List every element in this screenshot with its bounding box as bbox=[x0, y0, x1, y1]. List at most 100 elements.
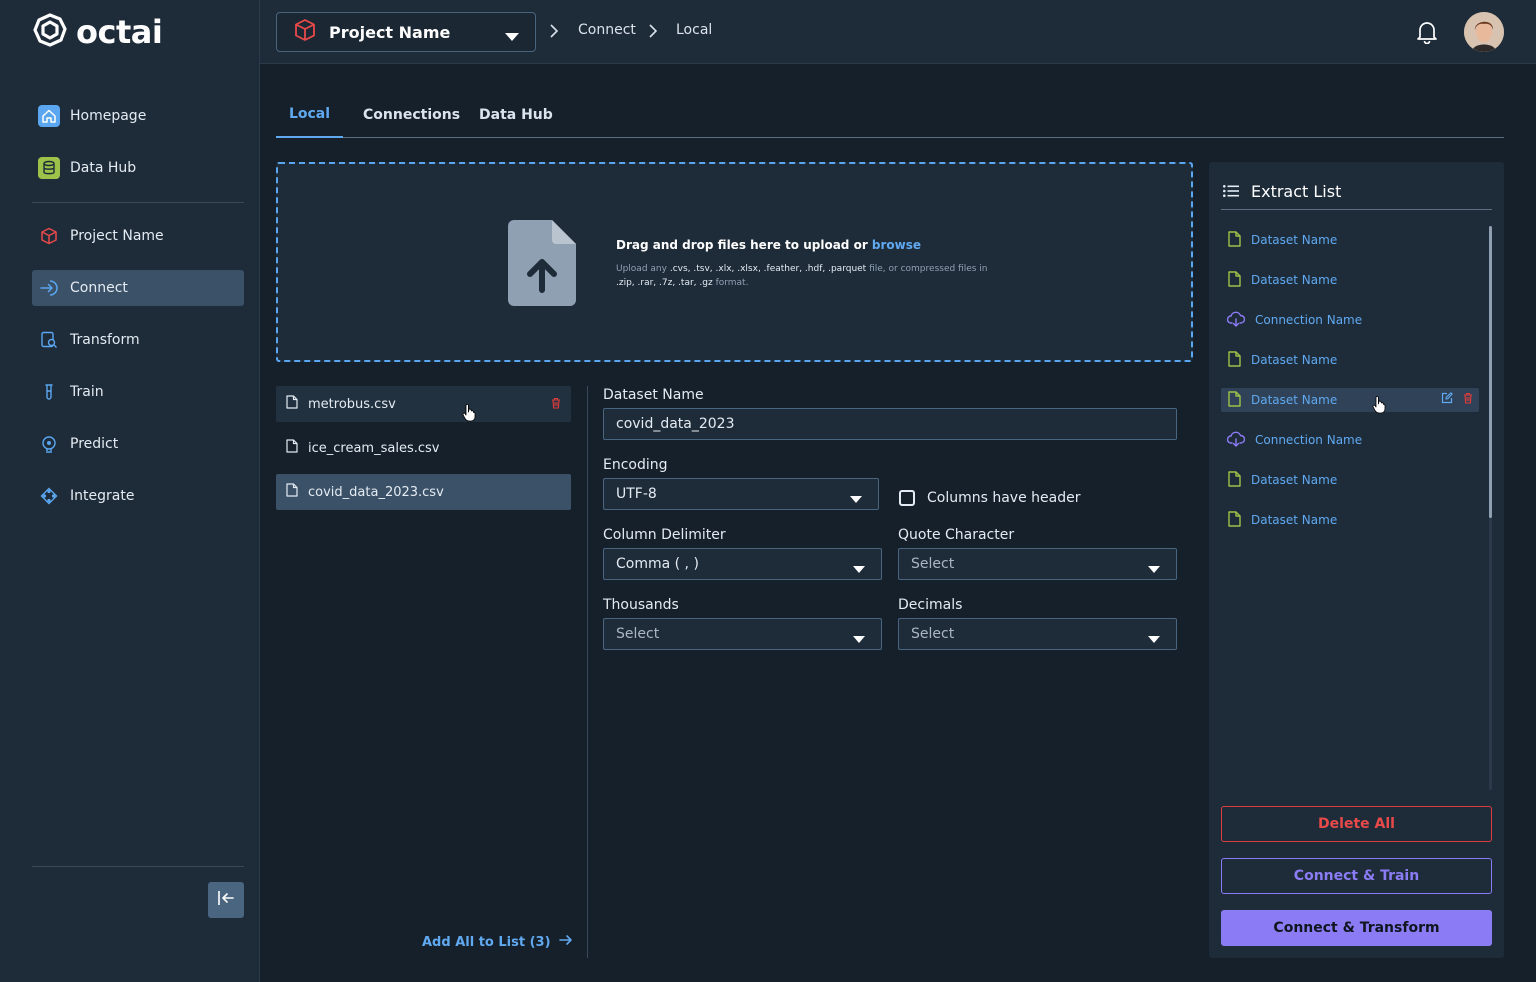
sidebar-item-connect[interactable]: Connect bbox=[32, 270, 244, 306]
edit-icon[interactable] bbox=[1441, 392, 1453, 407]
column-delimiter-value: Comma ( , ) bbox=[616, 556, 699, 572]
sidebar-item-transform[interactable]: Transform bbox=[32, 322, 244, 358]
sidebar-item-data-hub[interactable]: Data Hub bbox=[32, 150, 244, 186]
dropzone-title-text: Drag and drop files here to upload or bbox=[616, 238, 868, 252]
cube-icon bbox=[293, 18, 317, 46]
decimals-select[interactable]: Select bbox=[898, 618, 1177, 650]
file-item-covid-data[interactable]: covid_data_2023.csv bbox=[276, 474, 571, 510]
browse-link[interactable]: browse bbox=[872, 238, 921, 252]
columns-have-header-checkbox[interactable] bbox=[899, 490, 915, 506]
extract-item-dataset[interactable]: Dataset Name bbox=[1221, 348, 1479, 372]
extract-item-label: Connection Name bbox=[1255, 433, 1363, 447]
dataset-file-icon bbox=[1227, 470, 1241, 490]
column-delimiter-select[interactable]: Comma ( , ) bbox=[603, 548, 882, 580]
thousands-value: Select bbox=[616, 626, 660, 642]
connect-and-transform-button[interactable]: Connect & Transform bbox=[1221, 910, 1492, 946]
predict-icon bbox=[38, 433, 60, 455]
dataset-file-icon bbox=[1227, 350, 1241, 370]
cloud-download-icon bbox=[1226, 311, 1246, 330]
sidebar-item-integrate[interactable]: Integrate bbox=[32, 478, 244, 514]
database-icon bbox=[38, 157, 60, 179]
thousands-select[interactable]: Select bbox=[603, 618, 882, 650]
decimals-value: Select bbox=[911, 626, 955, 642]
dropzone-formats: .cvs, .tsv, .xlx, .xlsx, .feather, .hdf,… bbox=[669, 264, 867, 274]
breadcrumb-connect[interactable]: Connect bbox=[578, 22, 636, 38]
extract-list-header: Extract List bbox=[1223, 182, 1341, 201]
file-item-metrobus[interactable]: metrobus.csv bbox=[276, 386, 571, 422]
encoding-select[interactable]: UTF-8 bbox=[603, 478, 879, 510]
extract-item-dataset[interactable]: Dataset Name bbox=[1221, 268, 1479, 292]
sidebar-item-label: Homepage bbox=[70, 108, 147, 124]
logo-text: octai bbox=[76, 13, 163, 51]
sidebar: octai Homepage Data Hub Project Name Con… bbox=[0, 0, 260, 982]
quote-character-select[interactable]: Select bbox=[898, 548, 1177, 580]
cloud-download-icon bbox=[1226, 431, 1246, 450]
file-dropzone[interactable]: Drag and drop files here to upload or br… bbox=[276, 162, 1193, 362]
chevron-down-icon bbox=[853, 631, 865, 647]
file-name: ice_cream_sales.csv bbox=[308, 440, 440, 456]
quote-character-value: Select bbox=[911, 556, 955, 572]
extract-item-connection[interactable]: Connection Name bbox=[1221, 308, 1479, 332]
dataset-name-input[interactable]: covid_data_2023 bbox=[603, 408, 1177, 440]
collapse-sidebar-button[interactable] bbox=[208, 882, 244, 918]
encoding-label: Encoding bbox=[603, 457, 668, 473]
file-item-ice-cream-sales[interactable]: ice_cream_sales.csv bbox=[276, 430, 571, 466]
extract-item-dataset-selected[interactable]: Dataset Name bbox=[1221, 388, 1479, 412]
dropzone-sub-prefix: Upload any bbox=[616, 264, 667, 274]
project-select[interactable]: Project Name bbox=[276, 12, 536, 52]
dropzone-subtitle: Upload any .cvs, .tsv, .xlx, .xlsx, .fea… bbox=[616, 262, 996, 290]
add-all-label: Add All to List (3) bbox=[422, 934, 551, 950]
trash-icon[interactable] bbox=[551, 397, 561, 413]
transform-icon bbox=[38, 329, 60, 351]
extract-item-dataset[interactable]: Dataset Name bbox=[1221, 468, 1479, 492]
tab-data-hub[interactable]: Data Hub bbox=[479, 92, 553, 138]
tab-local[interactable]: Local bbox=[276, 92, 343, 138]
extract-list-panel: Extract List Dataset Name Dataset Name C… bbox=[1209, 162, 1504, 958]
sidebar-item-project-name[interactable]: Project Name bbox=[32, 218, 244, 254]
add-all-to-list-button[interactable]: Add All to List (3) bbox=[422, 934, 573, 950]
list-icon bbox=[1223, 182, 1239, 201]
file-name: metrobus.csv bbox=[308, 396, 396, 412]
dataset-file-icon bbox=[1227, 270, 1241, 290]
sidebar-bottom-divider bbox=[32, 866, 244, 867]
extract-list-scrollbar-thumb[interactable] bbox=[1489, 226, 1492, 518]
top-header: Project Name Connect Local bbox=[260, 0, 1536, 64]
arrow-right-icon bbox=[558, 934, 573, 950]
sidebar-item-label: Transform bbox=[70, 332, 140, 348]
octai-logo-icon bbox=[32, 12, 68, 52]
sidebar-item-label: Data Hub bbox=[70, 160, 137, 176]
tab-connections[interactable]: Connections bbox=[363, 92, 460, 138]
file-upload-icon bbox=[508, 220, 576, 310]
avatar[interactable] bbox=[1464, 12, 1504, 52]
logo[interactable]: octai bbox=[32, 12, 163, 52]
bell-icon[interactable] bbox=[1416, 20, 1438, 48]
file-name: covid_data_2023.csv bbox=[308, 484, 444, 500]
chevron-right-icon bbox=[550, 24, 559, 42]
extract-item-label: Dataset Name bbox=[1251, 273, 1338, 287]
extract-item-dataset[interactable]: Dataset Name bbox=[1221, 508, 1479, 532]
thousands-label: Thousands bbox=[603, 597, 679, 613]
tab-bar: Local Connections Data Hub bbox=[276, 92, 1504, 138]
trash-icon[interactable] bbox=[1463, 392, 1473, 407]
hand-cursor-icon bbox=[1372, 395, 1386, 418]
decimals-label: Decimals bbox=[898, 597, 963, 613]
extract-item-label: Connection Name bbox=[1255, 313, 1363, 327]
chevron-down-icon bbox=[853, 561, 865, 577]
column-delimiter-label: Column Delimiter bbox=[603, 527, 726, 543]
breadcrumb-local[interactable]: Local bbox=[676, 22, 712, 38]
sidebar-item-predict[interactable]: Predict bbox=[32, 426, 244, 462]
extract-item-label: Dataset Name bbox=[1251, 513, 1338, 527]
extract-item-actions bbox=[1441, 392, 1473, 407]
quote-character-label: Quote Character bbox=[898, 527, 1015, 543]
connect-and-train-button[interactable]: Connect & Train bbox=[1221, 858, 1492, 894]
delete-all-button[interactable]: Delete All bbox=[1221, 806, 1492, 842]
extract-item-connection[interactable]: Connection Name bbox=[1221, 428, 1479, 452]
dropzone-title: Drag and drop files here to upload or br… bbox=[616, 238, 921, 252]
extract-item-label: Dataset Name bbox=[1251, 473, 1338, 487]
extract-item-label: Dataset Name bbox=[1251, 353, 1338, 367]
home-icon bbox=[38, 105, 60, 127]
sidebar-item-homepage[interactable]: Homepage bbox=[32, 98, 244, 134]
extract-item-dataset[interactable]: Dataset Name bbox=[1221, 228, 1479, 252]
dropzone-compressed-formats: .zip, .rar, .7z, .tar, .gz bbox=[616, 278, 713, 288]
sidebar-item-train[interactable]: Train bbox=[32, 374, 244, 410]
